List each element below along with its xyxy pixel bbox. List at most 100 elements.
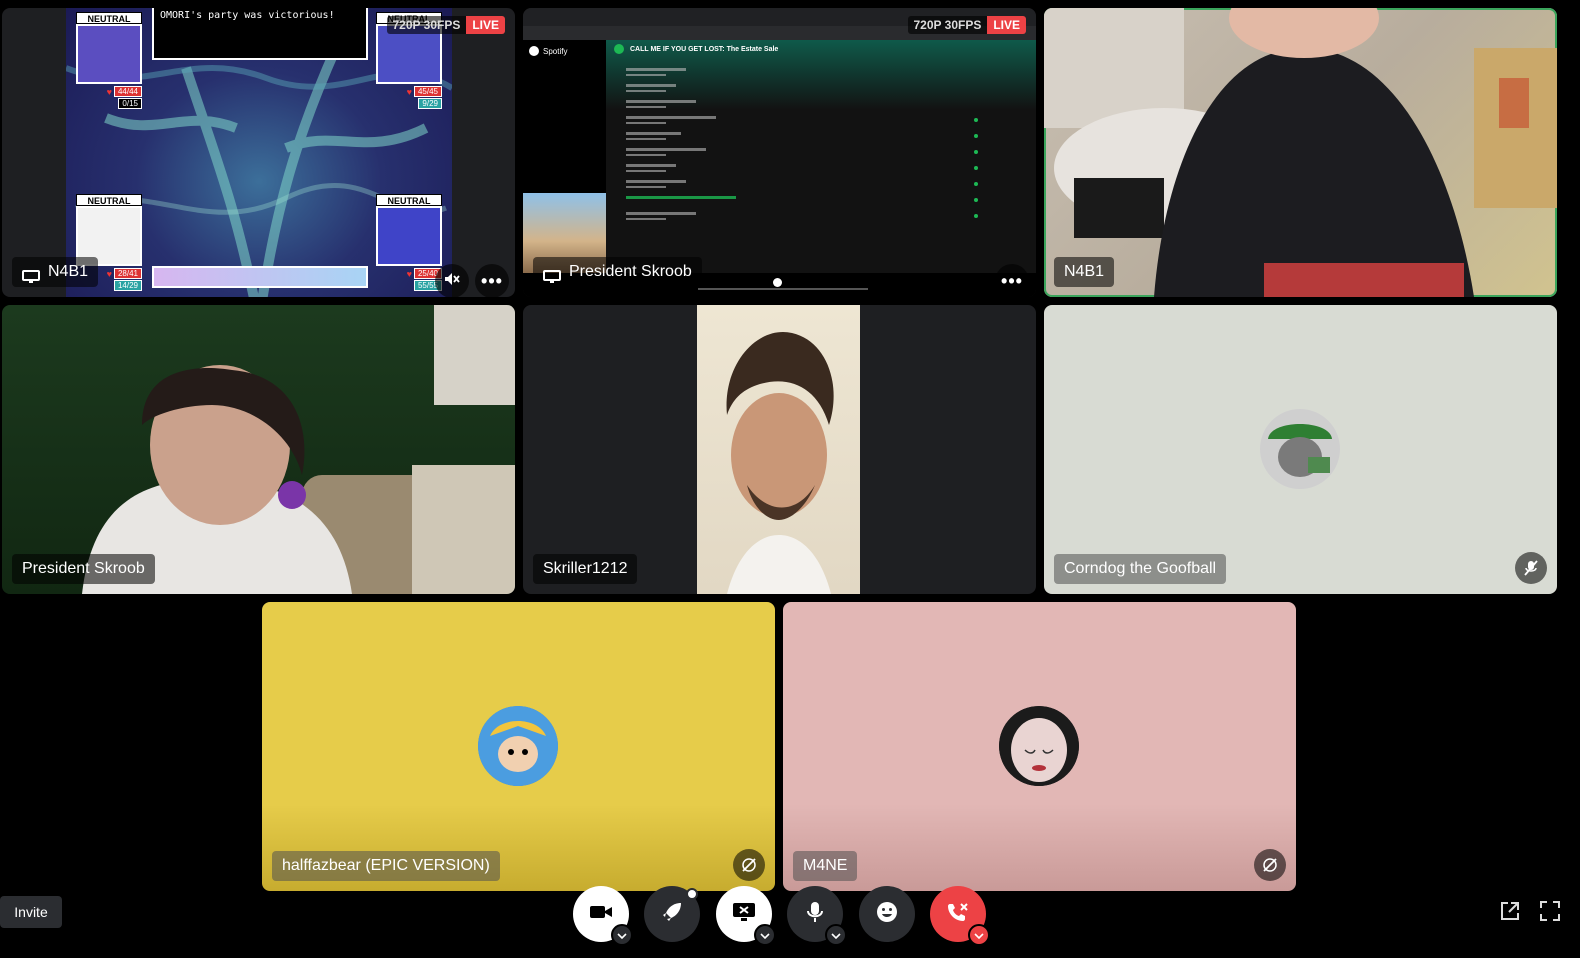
emotion-label: NEUTRAL: [76, 12, 142, 24]
video-off-icon: [1254, 849, 1286, 881]
fullscreen-icon: [1539, 901, 1561, 926]
camera-feed: [1044, 8, 1557, 297]
video-off-icon: [733, 849, 765, 881]
emotion-label: NEUTRAL: [76, 194, 142, 206]
chevron-down-icon: [617, 926, 627, 944]
pop-out-button[interactable]: [1499, 900, 1521, 922]
speaker-muted-icon: [444, 272, 460, 291]
microphone-icon: [806, 901, 824, 928]
avatar: [999, 706, 1079, 786]
participant-name: President Skroob: [22, 560, 145, 577]
soundboard-button[interactable]: [859, 886, 915, 942]
portrait-top-left: NEUTRAL ♥ 44/44 0/15: [76, 12, 142, 109]
stream-quality-badge: 720P 30FPS LIVE: [907, 16, 1026, 34]
participant-name-chip: N4B1: [12, 257, 99, 287]
participant-name-chip: President Skroob: [12, 554, 155, 584]
play-icon: [614, 44, 624, 54]
more-options-button[interactable]: •••: [995, 264, 1029, 297]
microphone-button[interactable]: [787, 886, 847, 946]
camera-feed: [82, 305, 515, 594]
participant-name: M4NE: [803, 857, 848, 874]
avatar-tile-corndog-the-goofball[interactable]: Corndog the Goofball: [1044, 305, 1557, 594]
participant-name: N4B1: [1064, 263, 1105, 280]
more-options-button[interactable]: •••: [475, 264, 509, 297]
participant-name-chip: President Skroob: [533, 257, 702, 287]
camera-options-button[interactable]: [611, 924, 633, 946]
participant-name-chip: M4NE: [793, 851, 858, 881]
camera-button[interactable]: [573, 886, 633, 946]
chevron-down-icon: [760, 926, 770, 944]
heart-icon: ♥: [106, 86, 112, 97]
video-tile-skriller1212[interactable]: Skriller1212: [523, 305, 1036, 594]
rocket-icon: [661, 901, 683, 928]
disconnect-button[interactable]: [930, 886, 990, 946]
emotion-label: NEUTRAL: [376, 194, 442, 206]
video-camera-icon: [589, 903, 613, 926]
stream-quality-badge: 720P 30FPS LIVE: [386, 16, 505, 34]
spotify-sidebar: Spotify: [523, 40, 606, 273]
quality-label: 720P 30FPS: [386, 16, 467, 34]
participant-name-chip: Skriller1212: [533, 554, 638, 584]
juice-value: 9/29: [418, 98, 442, 109]
participant-name: Skriller1212: [543, 560, 628, 577]
phone-hangup-icon: [946, 901, 970, 928]
participant-name: President Skroob: [569, 263, 692, 280]
participant-name: N4B1: [48, 263, 89, 280]
more-options-icon: •••: [1001, 271, 1023, 291]
dialog-text: OMORI's party was victorious!: [160, 10, 335, 21]
participant-name-chip: N4B1: [1054, 257, 1115, 287]
quality-label: 720P 30FPS: [907, 16, 988, 34]
energy-bar: [152, 266, 368, 288]
tracklist: [626, 68, 978, 220]
character-portrait: [76, 24, 142, 84]
live-badge: LIVE: [466, 16, 505, 34]
camera-feed: [697, 305, 860, 594]
character-portrait: [376, 206, 442, 266]
screen-share-options-button[interactable]: [754, 924, 776, 946]
spotify-brand: Spotify: [543, 46, 568, 56]
avatar-tile-halffazbear[interactable]: halffazbear (EPIC VERSION): [262, 602, 775, 891]
pop-out-icon: [1499, 902, 1521, 926]
hp-value: 44/44: [113, 86, 142, 97]
stream-tile-n4b1[interactable]: OMORI's party was victorious! NEUTRAL ♥ …: [2, 8, 515, 297]
juice-value: 14/29: [113, 280, 142, 291]
video-tile-president-skroob[interactable]: President Skroob: [2, 305, 515, 594]
stream-tile-president-skroob[interactable]: Spotify CALL ME IF YOU GET LOST: The Est…: [523, 8, 1036, 297]
participant-name-chip: Corndog the Goofball: [1054, 554, 1227, 584]
participant-name-chip: halffazbear (EPIC VERSION): [272, 851, 500, 881]
spotify-logo-icon: [529, 46, 539, 56]
hp-value: 45/45: [413, 86, 442, 97]
video-tile-n4b1[interactable]: N4B1: [1044, 8, 1557, 297]
heart-icon: ♥: [406, 268, 412, 279]
spotify-main: CALL ME IF YOU GET LOST: The Estate Sale: [606, 40, 1036, 273]
game-screen: OMORI's party was victorious! NEUTRAL ♥ …: [66, 8, 452, 297]
avatar: [1260, 409, 1340, 489]
screen-share-icon: [543, 265, 561, 283]
chevron-down-icon: [831, 926, 841, 944]
invite-button[interactable]: Invite: [0, 896, 62, 928]
fullscreen-button[interactable]: [1539, 900, 1561, 922]
more-options-icon: •••: [481, 271, 503, 291]
microphone-options-button[interactable]: [825, 924, 847, 946]
playlist-title: CALL ME IF YOU GET LOST: The Estate Sale: [630, 45, 779, 53]
stop-screen-share-icon: [732, 902, 756, 927]
deafened-icon: [1515, 552, 1547, 584]
disconnect-options-button[interactable]: [968, 924, 990, 946]
screen-share-button[interactable]: [716, 886, 776, 946]
participant-name: Corndog the Goofball: [1064, 560, 1217, 577]
heart-icon: ♥: [406, 86, 412, 97]
emoji-icon: [876, 901, 898, 928]
notification-dot: [686, 888, 698, 900]
chevron-down-icon: [974, 926, 984, 944]
live-badge: LIVE: [987, 16, 1026, 34]
screen-share-icon: [22, 265, 40, 283]
juice-value: 0/15: [118, 98, 142, 109]
stream-volume-button[interactable]: [435, 264, 469, 297]
portrait-bottom-right: NEUTRAL ♥ 25/40 55/55: [376, 194, 442, 291]
avatar: [478, 706, 558, 786]
hp-value: 28/41: [113, 268, 142, 279]
heart-icon: ♥: [106, 268, 112, 279]
activities-button[interactable]: [644, 886, 700, 942]
dialog-box: OMORI's party was victorious!: [152, 8, 368, 60]
avatar-tile-m4ne[interactable]: M4NE: [783, 602, 1296, 891]
